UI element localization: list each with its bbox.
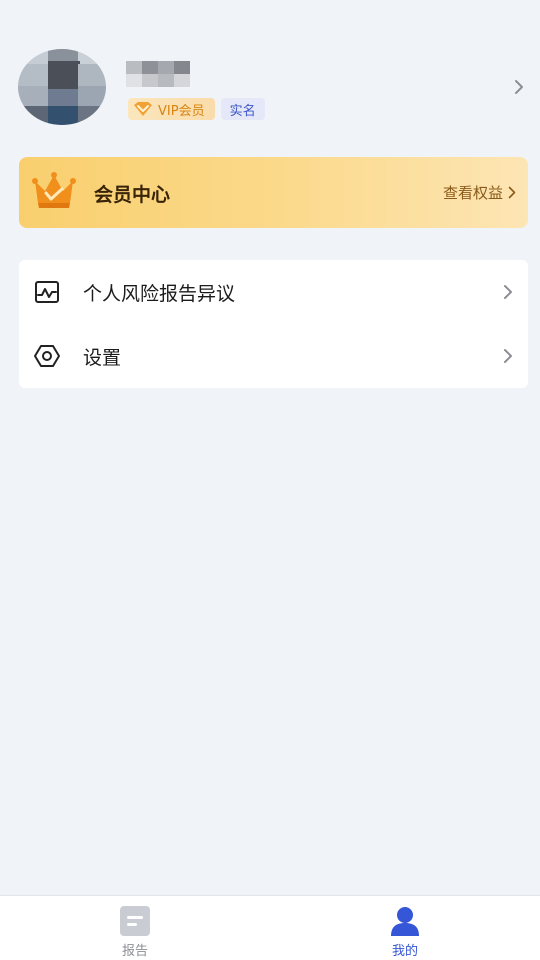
member-center-title: 会员中心 (94, 184, 171, 206)
realname-badge: 实名 (220, 98, 265, 120)
user-person-icon (391, 907, 419, 936)
menu-item-risk-report-objection[interactable]: 个人风险报告异议 (19, 260, 528, 324)
username-redacted (126, 61, 190, 87)
tab-report-label: 报告 (121, 944, 148, 959)
chevron-right-icon[interactable] (512, 77, 526, 97)
chevron-right-icon (508, 186, 516, 199)
chevron-right-icon (504, 349, 512, 363)
member-center-card[interactable]: 会员中心 查看权益 (19, 157, 528, 228)
vip-badge: VIP会员 (128, 98, 215, 120)
bottom-tab-bar: 报告 我的 (0, 895, 540, 960)
vip-badge-label: VIP会员 (158, 103, 205, 119)
view-benefits-label: 查看权益 (442, 184, 503, 202)
settings-hexagon-icon (34, 345, 60, 367)
menu-item-label: 个人风险报告异议 (83, 282, 236, 305)
chevron-right-icon (504, 285, 512, 299)
tab-report[interactable]: 报告 (0, 896, 270, 960)
menu-item-settings[interactable]: 设置 (19, 324, 528, 388)
avatar[interactable] (18, 49, 106, 125)
menu-list: 个人风险报告异议 设置 (19, 260, 528, 388)
profile-header[interactable]: VIP会员 实名 (0, 0, 540, 150)
crown-icon (32, 172, 76, 208)
vip-diamond-icon (134, 102, 152, 116)
tab-mine-label: 我的 (391, 944, 418, 959)
realname-badge-label: 实名 (229, 103, 256, 119)
profile-badges: VIP会员 实名 (128, 98, 265, 120)
report-doc-icon (120, 906, 150, 936)
tab-mine[interactable]: 我的 (270, 896, 540, 960)
chart-line-icon (35, 281, 59, 303)
view-benefits-link[interactable]: 查看权益 (443, 182, 516, 203)
menu-item-label: 设置 (83, 346, 122, 369)
